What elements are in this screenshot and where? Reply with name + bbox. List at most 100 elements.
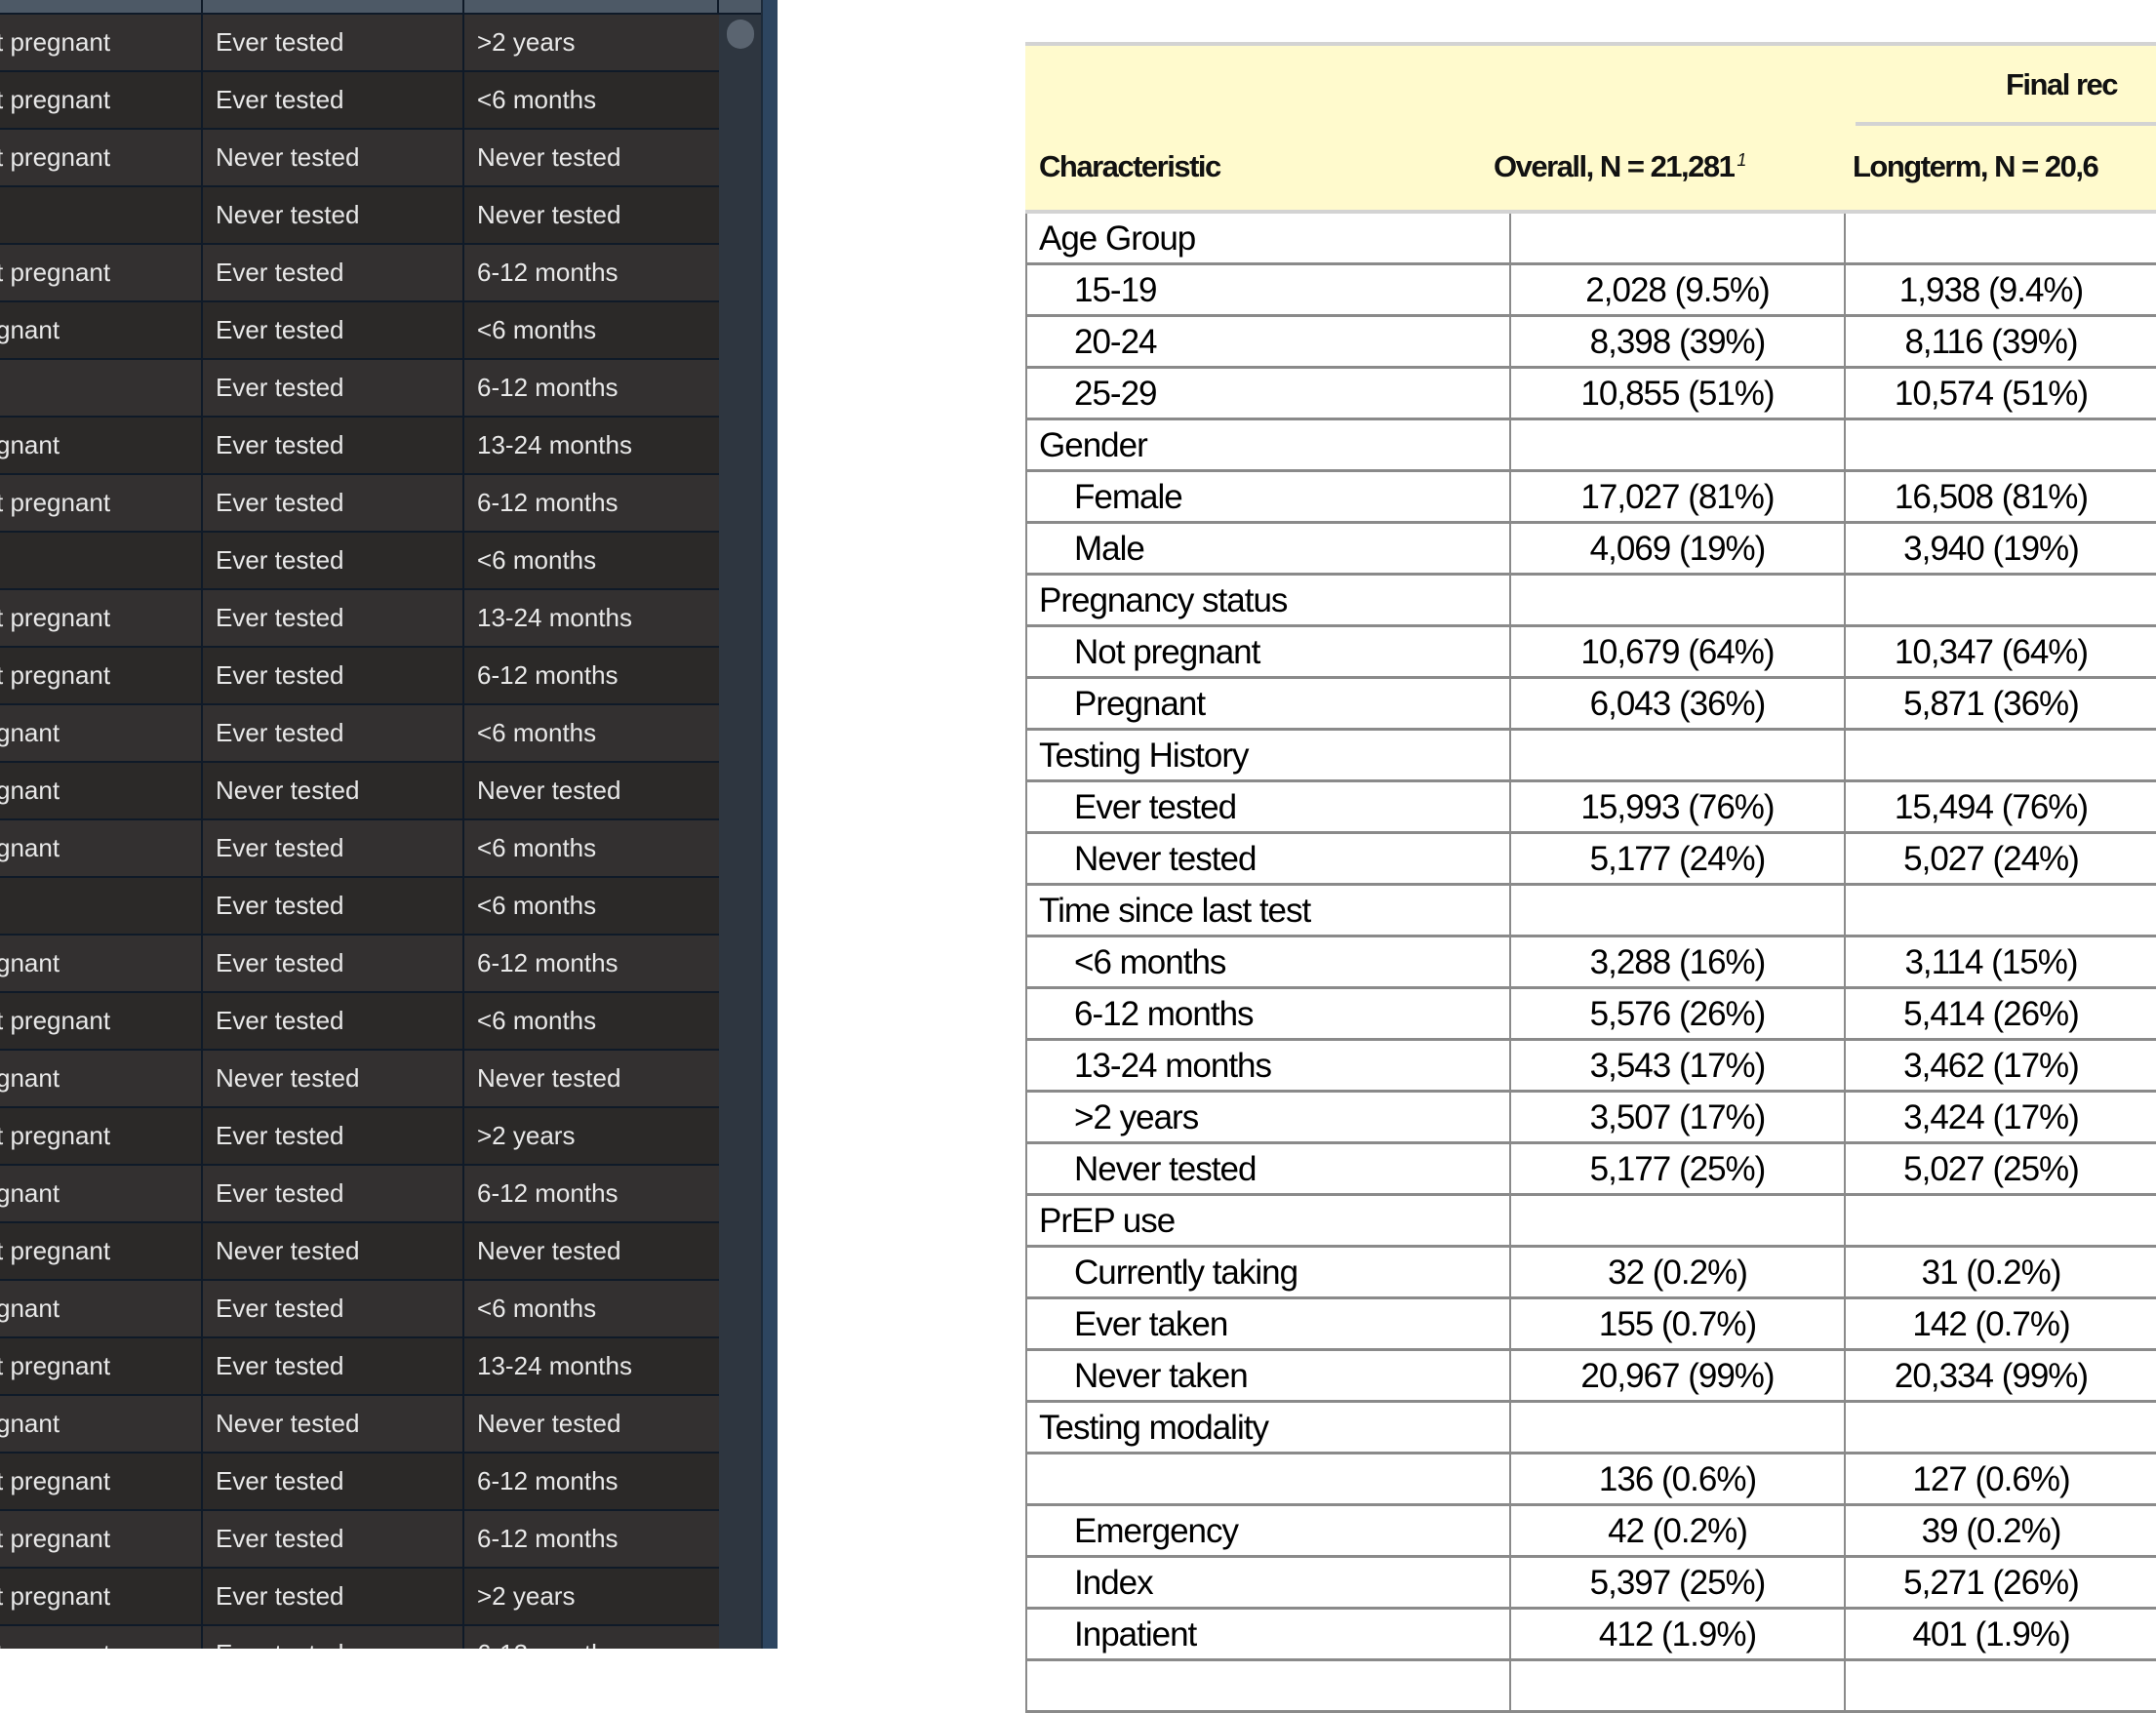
pregnancy-cell[interactable] — [0, 533, 203, 588]
testing-history-cell[interactable]: Ever tested — [203, 993, 464, 1049]
pregnancy-cell[interactable]: t pregnant — [0, 1626, 203, 1649]
grid-row[interactable]: gnant Ever tested <6 months — [0, 1281, 719, 1338]
pregnancy-cell[interactable]: gnant — [0, 820, 203, 876]
pregnancy-cell[interactable]: t pregnant — [0, 72, 203, 128]
column-divider[interactable] — [717, 0, 719, 13]
time-since-test-cell[interactable]: Never tested — [464, 187, 719, 243]
time-since-test-cell[interactable]: 6-12 months — [464, 1626, 719, 1649]
time-since-test-cell[interactable]: Never tested — [464, 130, 719, 185]
pregnancy-cell[interactable]: gnant — [0, 418, 203, 473]
testing-history-cell[interactable]: Ever tested — [203, 705, 464, 761]
pregnancy-cell[interactable]: t pregnant — [0, 590, 203, 646]
testing-history-cell[interactable]: Ever tested — [203, 1108, 464, 1164]
grid-row[interactable]: Ever tested <6 months — [0, 878, 719, 936]
time-since-test-cell[interactable]: 13-24 months — [464, 590, 719, 646]
time-since-test-cell[interactable]: <6 months — [464, 820, 719, 876]
grid-row[interactable]: gnant Never tested Never tested — [0, 1051, 719, 1108]
pregnancy-cell[interactable]: t pregnant — [0, 1511, 203, 1567]
pregnancy-cell[interactable]: t pregnant — [0, 15, 203, 70]
grid-row[interactable]: gnant Never tested Never tested — [0, 1396, 719, 1454]
time-since-test-cell[interactable]: 6-12 months — [464, 360, 719, 416]
pregnancy-cell[interactable]: gnant — [0, 1051, 203, 1106]
pregnancy-cell[interactable]: t pregnant — [0, 130, 203, 185]
testing-history-cell[interactable]: Ever tested — [203, 245, 464, 300]
time-since-test-cell[interactable]: >2 years — [464, 15, 719, 70]
grid-row[interactable]: t pregnant Ever tested 6-12 months — [0, 648, 719, 705]
testing-history-cell[interactable]: Ever tested — [203, 72, 464, 128]
grid-row[interactable]: t pregnant Ever tested 6-12 months — [0, 1454, 719, 1511]
scrollbar-thumb[interactable] — [727, 20, 754, 49]
time-since-test-cell[interactable]: <6 months — [464, 302, 719, 358]
testing-history-cell[interactable]: Ever tested — [203, 820, 464, 876]
testing-history-cell[interactable]: Ever tested — [203, 1626, 464, 1649]
testing-history-cell[interactable]: Ever tested — [203, 590, 464, 646]
grid-row[interactable]: gnant Ever tested <6 months — [0, 705, 719, 763]
grid-row[interactable]: t pregnant Ever tested 13-24 months — [0, 590, 719, 648]
testing-history-cell[interactable]: Ever tested — [203, 302, 464, 358]
grid-row[interactable]: Ever tested <6 months — [0, 533, 719, 590]
pregnancy-cell[interactable]: t pregnant — [0, 475, 203, 531]
time-since-test-cell[interactable]: <6 months — [464, 72, 719, 128]
time-since-test-cell[interactable]: Never tested — [464, 1396, 719, 1452]
testing-history-cell[interactable]: Never tested — [203, 763, 464, 818]
time-since-test-cell[interactable]: 6-12 months — [464, 648, 719, 703]
testing-history-cell[interactable]: Ever tested — [203, 1511, 464, 1567]
pregnancy-cell[interactable]: t pregnant — [0, 1569, 203, 1624]
testing-history-cell[interactable]: Ever tested — [203, 360, 464, 416]
testing-history-cell[interactable]: Ever tested — [203, 936, 464, 991]
testing-history-cell[interactable]: Ever tested — [203, 418, 464, 473]
grid-row[interactable]: t pregnant Ever tested 6-12 months — [0, 245, 719, 302]
time-since-test-cell[interactable]: 6-12 months — [464, 1454, 719, 1509]
grid-row[interactable]: gnant Ever tested <6 months — [0, 820, 719, 878]
pregnancy-cell[interactable]: gnant — [0, 1281, 203, 1336]
pregnancy-cell[interactable]: t pregnant — [0, 648, 203, 703]
testing-history-cell[interactable]: Ever tested — [203, 648, 464, 703]
time-since-test-cell[interactable]: <6 months — [464, 1281, 719, 1336]
pregnancy-cell[interactable]: t pregnant — [0, 1108, 203, 1164]
pregnancy-cell[interactable]: gnant — [0, 763, 203, 818]
grid-row[interactable]: Never tested Never tested — [0, 187, 719, 245]
time-since-test-cell[interactable]: Never tested — [464, 763, 719, 818]
pregnancy-cell[interactable]: t pregnant — [0, 993, 203, 1049]
pregnancy-cell[interactable]: gnant — [0, 1166, 203, 1221]
grid-row[interactable]: t pregnant Never tested Never tested — [0, 1223, 719, 1281]
grid-row[interactable]: gnant Ever tested 6-12 months — [0, 1166, 719, 1223]
time-since-test-cell[interactable]: >2 years — [464, 1108, 719, 1164]
time-since-test-cell[interactable]: >2 years — [464, 1569, 719, 1624]
pregnancy-cell[interactable] — [0, 878, 203, 934]
time-since-test-cell[interactable]: 13-24 months — [464, 1338, 719, 1394]
time-since-test-cell[interactable]: Never tested — [464, 1223, 719, 1279]
testing-history-cell[interactable]: Never tested — [203, 187, 464, 243]
grid-row[interactable]: gnant Never tested Never tested — [0, 763, 719, 820]
vertical-scrollbar[interactable] — [719, 15, 761, 1649]
grid-column-header[interactable] — [0, 0, 761, 15]
pregnancy-cell[interactable] — [0, 360, 203, 416]
testing-history-cell[interactable]: Ever tested — [203, 1166, 464, 1221]
pregnancy-cell[interactable]: t pregnant — [0, 1338, 203, 1394]
grid-row[interactable]: t pregnant Ever tested >2 years — [0, 1108, 719, 1166]
time-since-test-cell[interactable]: 6-12 months — [464, 936, 719, 991]
pregnancy-cell[interactable]: gnant — [0, 705, 203, 761]
grid-row[interactable]: Ever tested 6-12 months — [0, 360, 719, 418]
testing-history-cell[interactable]: Never tested — [203, 1051, 464, 1106]
pregnancy-cell[interactable]: t pregnant — [0, 1223, 203, 1279]
testing-history-cell[interactable]: Ever tested — [203, 878, 464, 934]
grid-row[interactable]: t pregnant Ever tested >2 years — [0, 15, 719, 72]
column-divider[interactable] — [462, 0, 464, 13]
time-since-test-cell[interactable]: 6-12 months — [464, 245, 719, 300]
time-since-test-cell[interactable]: <6 months — [464, 533, 719, 588]
grid-row[interactable]: t pregnant Ever tested 13-24 months — [0, 1338, 719, 1396]
grid-row[interactable]: t pregnant Ever tested 6-12 months — [0, 475, 719, 533]
grid-row[interactable]: gnant Ever tested 6-12 months — [0, 936, 719, 993]
testing-history-cell[interactable]: Never tested — [203, 130, 464, 185]
time-since-test-cell[interactable]: <6 months — [464, 878, 719, 934]
time-since-test-cell[interactable]: 6-12 months — [464, 1166, 719, 1221]
grid-row[interactable]: t pregnant Ever tested 6-12 months — [0, 1511, 719, 1569]
pregnancy-cell[interactable]: t pregnant — [0, 1454, 203, 1509]
grid-row[interactable]: t pregnant Ever tested <6 months — [0, 72, 719, 130]
testing-history-cell[interactable]: Ever tested — [203, 1338, 464, 1394]
time-since-test-cell[interactable]: 6-12 months — [464, 1511, 719, 1567]
time-since-test-cell[interactable]: <6 months — [464, 705, 719, 761]
grid-row[interactable]: t pregnant Never tested Never tested — [0, 130, 719, 187]
pregnancy-cell[interactable]: t pregnant — [0, 245, 203, 300]
